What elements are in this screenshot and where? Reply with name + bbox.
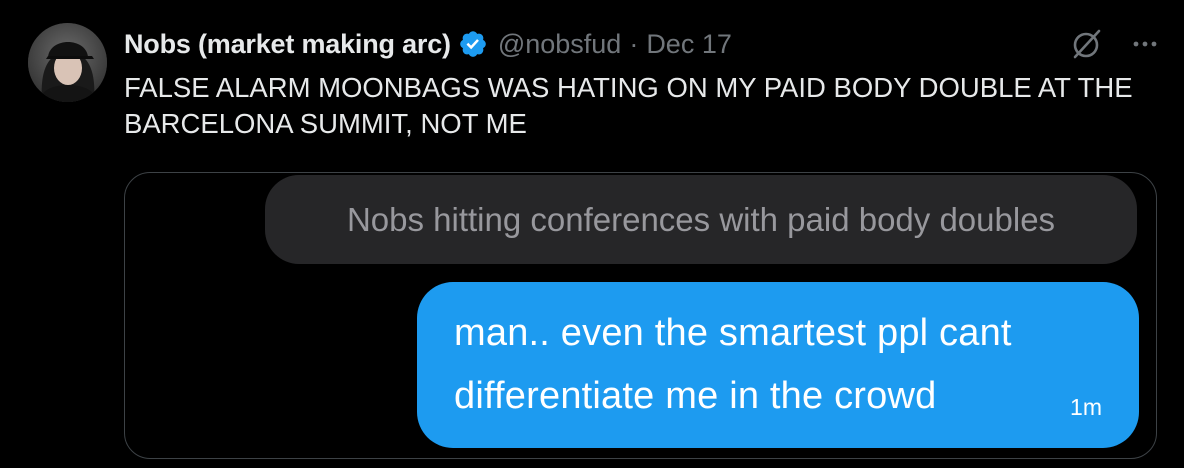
tweet-header: Nobs (market making arc) @nobsfud · Dec …: [124, 25, 732, 63]
sent-message-line-2: differentiate me in the crowd: [454, 375, 937, 417]
sent-message-line-1: man.. even the smartest ppl cant: [454, 312, 1012, 354]
sent-message-bubble: man.. even the smartest ppl cant differe…: [417, 282, 1139, 448]
more-options-icon[interactable]: [1128, 27, 1162, 61]
sent-message-time: 1m: [1070, 394, 1102, 420]
tweet-actions: [1070, 27, 1162, 61]
tweet-media[interactable]: Nobs hitting conferences with paid body …: [124, 172, 1157, 459]
handle[interactable]: @nobsfud: [498, 29, 622, 60]
verified-badge-icon[interactable]: [458, 29, 488, 59]
grok-icon[interactable]: [1070, 27, 1104, 61]
tweet-date[interactable]: Dec 17: [646, 29, 732, 60]
tweet-text: FALSE ALARM MOONBAGS WAS HATING ON MY PA…: [124, 72, 1133, 139]
avatar[interactable]: [28, 23, 107, 102]
separator-dot: ·: [629, 28, 639, 59]
avatar-image: [28, 23, 107, 102]
tweet[interactable]: Nobs (market making arc) @nobsfud · Dec …: [0, 0, 1184, 468]
display-name[interactable]: Nobs (market making arc): [124, 29, 451, 60]
received-message-bubble: Nobs hitting conferences with paid body …: [265, 175, 1137, 264]
